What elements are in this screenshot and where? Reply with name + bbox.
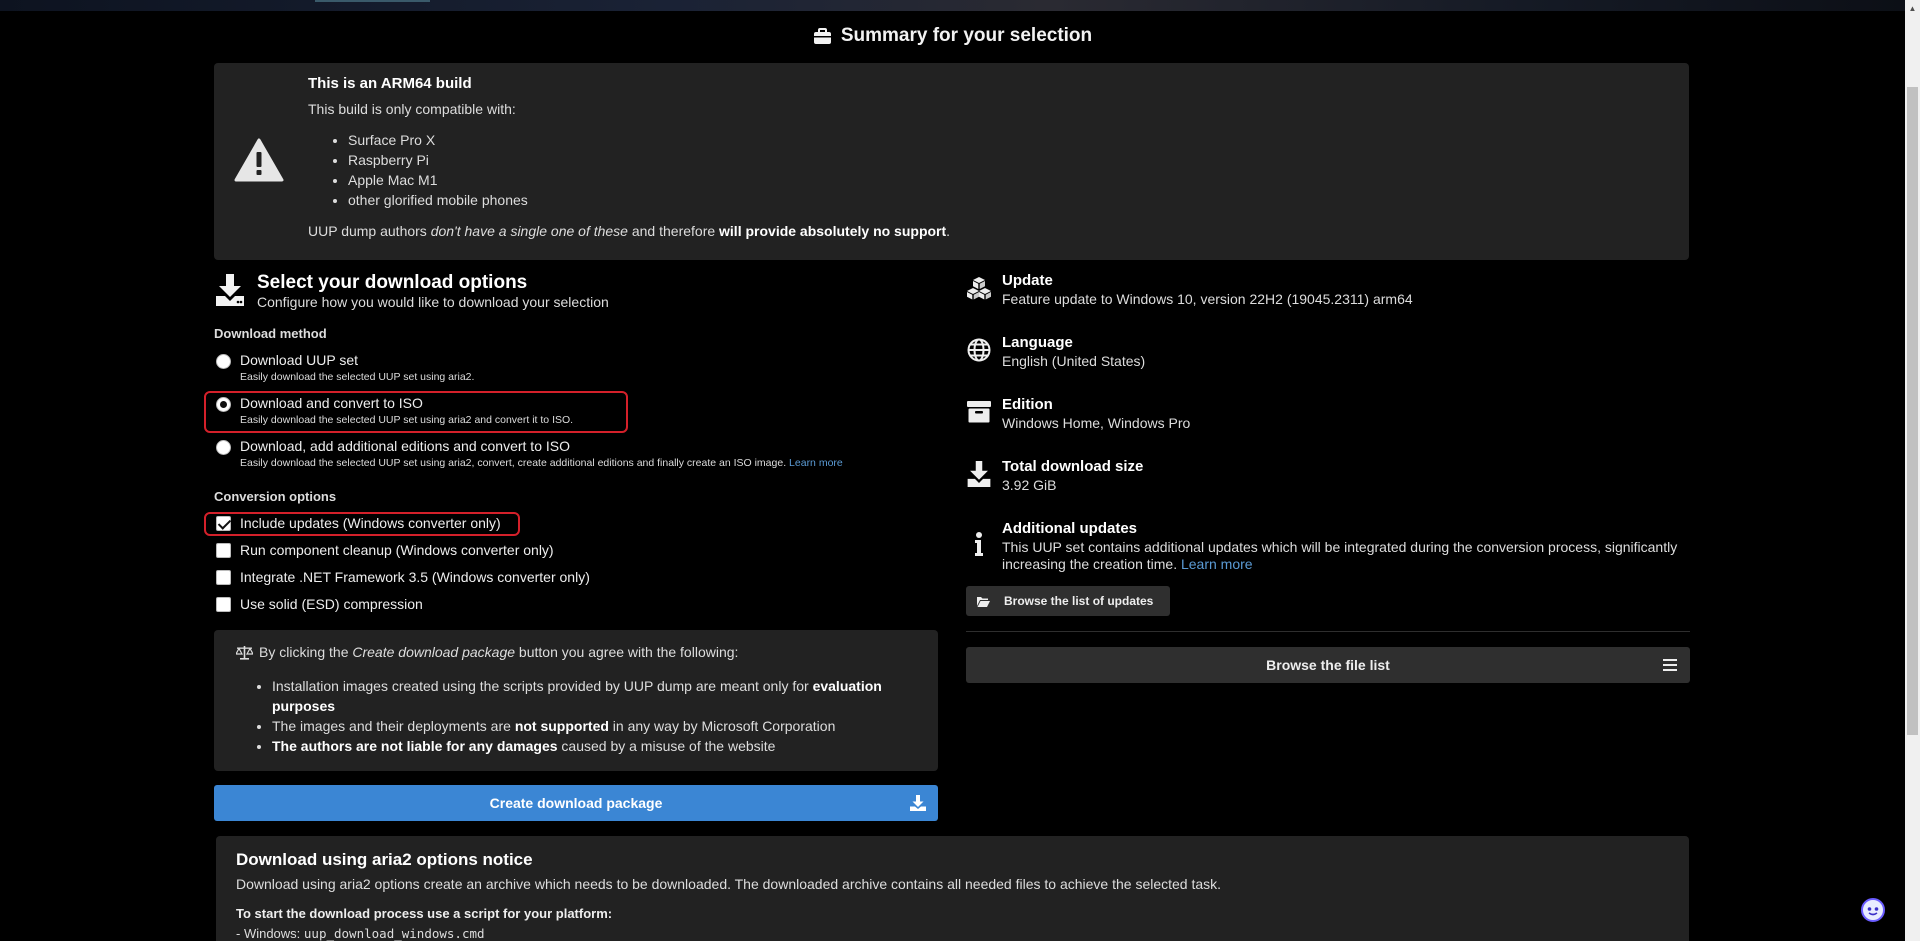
summary-value: This UUP set contains additional updates… [1002, 539, 1678, 572]
option-include-updates[interactable]: Include updates (Windows converter only) [214, 514, 934, 534]
page-title: Summary for your selection [840, 25, 1093, 46]
checkbox[interactable] [216, 570, 231, 585]
banner-tab-indicator [315, 0, 430, 2]
aria2-notice-text: Download using aria2 options create an a… [236, 876, 1222, 892]
vertical-scrollbar[interactable]: ▲ [1905, 0, 1920, 941]
list-item: Surface Pro X [348, 130, 1668, 150]
options-subtitle: Configure how you would like to download… [257, 294, 609, 310]
options-title: Select your download options [257, 272, 528, 293]
option-component-cleanup[interactable]: Run component cleanup (Windows converter… [214, 541, 934, 561]
list-item: Installation images created using the sc… [272, 676, 914, 716]
archive-box-icon [965, 398, 993, 426]
list-icon [1663, 659, 1677, 671]
checkbox-checked[interactable] [216, 516, 231, 531]
scroll-up-arrow-icon[interactable]: ▲ [1905, 0, 1920, 17]
list-item: Raspberry Pi [348, 150, 1668, 170]
assistant-bubble-icon[interactable] [1861, 898, 1885, 922]
summary-key: Total download size [1002, 458, 1144, 475]
create-download-package-button[interactable]: Create download package [214, 785, 938, 821]
aria2-script-heading: To start the download process use a scri… [236, 906, 613, 921]
method-label: Download UUP set [240, 352, 359, 368]
list-item: Apple Mac M1 [348, 170, 1668, 190]
download-icon [965, 460, 993, 488]
learn-more-link[interactable]: Learn more [1181, 556, 1253, 572]
method-download-uup[interactable]: Download UUP set Easily download the sel… [214, 352, 934, 388]
agreement-lead: By clicking the Create download package … [236, 644, 738, 660]
method-additional-editions[interactable]: Download, add additional editions and co… [214, 438, 934, 474]
summary-key: Language [1002, 334, 1073, 351]
folder-open-icon [977, 596, 990, 607]
list-item: other glorified mobile phones [348, 190, 1668, 210]
option-label: Integrate .NET Framework 3.5 (Windows co… [240, 569, 590, 585]
info-icon [965, 530, 993, 558]
aria2-notice-title: Download using aria2 options notice [236, 850, 533, 869]
summary-value: English (United States) [1002, 353, 1146, 369]
method-label: Download, add additional editions and co… [240, 438, 570, 454]
compat-label: This build is only compatible with: [308, 101, 516, 117]
option-solid-esd[interactable]: Use solid (ESD) compression [214, 595, 934, 615]
support-disclaimer: UUP dump authors don't have a single one… [308, 223, 951, 239]
divider [966, 631, 1690, 632]
balance-scale-icon [236, 645, 253, 660]
warning-title: This is an ARM64 build [308, 75, 472, 92]
summary-value: 3.92 GiB [1002, 477, 1057, 493]
aria2-notice-panel: Download using aria2 options notice Down… [216, 836, 1689, 941]
download-icon [216, 274, 244, 306]
method-desc: Easily download the selected UUP set usi… [240, 414, 574, 426]
conversion-options-label: Conversion options [214, 489, 337, 504]
arm64-warning-panel: This is an ARM64 build This build is onl… [214, 63, 1689, 260]
method-convert-iso[interactable]: Download and convert to ISO Easily downl… [214, 395, 934, 431]
method-desc: Easily download the selected UUP set usi… [240, 457, 843, 469]
button-label: Browse the list of updates [1004, 594, 1154, 608]
warning-icon [234, 138, 284, 182]
summary-update: Update Feature update to Windows 10, ver… [965, 272, 1685, 312]
radio-button[interactable] [216, 354, 231, 369]
browse-file-list-button[interactable]: Browse the file list [966, 647, 1690, 683]
briefcase-icon [813, 27, 831, 44]
globe-icon [965, 336, 993, 364]
list-item: The images and their deployments are not… [272, 716, 914, 736]
checkbox[interactable] [216, 543, 231, 558]
method-label: Download and convert to ISO [240, 395, 423, 411]
button-label: Create download package [489, 795, 663, 811]
button-label: Browse the file list [1266, 657, 1390, 673]
summary-language: Language English (United States) [965, 334, 1685, 374]
option-label: Use solid (ESD) compression [240, 596, 423, 612]
list-item: The authors are not liable for any damag… [272, 736, 914, 756]
page-heading: Summary for your selection [0, 24, 1905, 48]
top-banner [0, 0, 1905, 11]
summary-key: Additional updates [1002, 520, 1137, 537]
browse-updates-button[interactable]: Browse the list of updates [966, 586, 1170, 616]
learn-more-link[interactable]: Learn more [789, 457, 843, 469]
summary-key: Edition [1002, 396, 1053, 413]
summary-download-size: Total download size 3.92 GiB [965, 458, 1685, 498]
download-method-label: Download method [214, 326, 327, 341]
option-label: Include updates (Windows converter only) [240, 515, 501, 531]
summary-additional-updates: Additional updates This UUP set contains… [965, 520, 1685, 576]
cubes-icon [965, 274, 993, 302]
radio-button-checked[interactable] [216, 397, 231, 412]
aria2-windows-script: - Windows: uup_download_windows.cmd [236, 926, 485, 941]
device-list: Surface Pro X Raspberry Pi Apple Mac M1 … [308, 130, 1668, 210]
agreement-list: Installation images created using the sc… [254, 676, 914, 756]
summary-key: Update [1002, 272, 1053, 289]
option-label: Run component cleanup (Windows converter… [240, 542, 554, 558]
summary-value: Feature update to Windows 10, version 22… [1002, 291, 1413, 307]
summary-edition: Edition Windows Home, Windows Pro [965, 396, 1685, 436]
download-icon [910, 795, 926, 811]
option-netfx35[interactable]: Integrate .NET Framework 3.5 (Windows co… [214, 568, 934, 588]
agreement-panel: By clicking the Create download package … [214, 630, 938, 771]
checkbox[interactable] [216, 597, 231, 612]
scrollbar-thumb[interactable] [1907, 87, 1918, 735]
method-desc: Easily download the selected UUP set usi… [240, 371, 475, 383]
radio-button[interactable] [216, 440, 231, 455]
download-options-header: Select your download options Configure h… [214, 272, 934, 318]
summary-value: Windows Home, Windows Pro [1002, 415, 1191, 431]
